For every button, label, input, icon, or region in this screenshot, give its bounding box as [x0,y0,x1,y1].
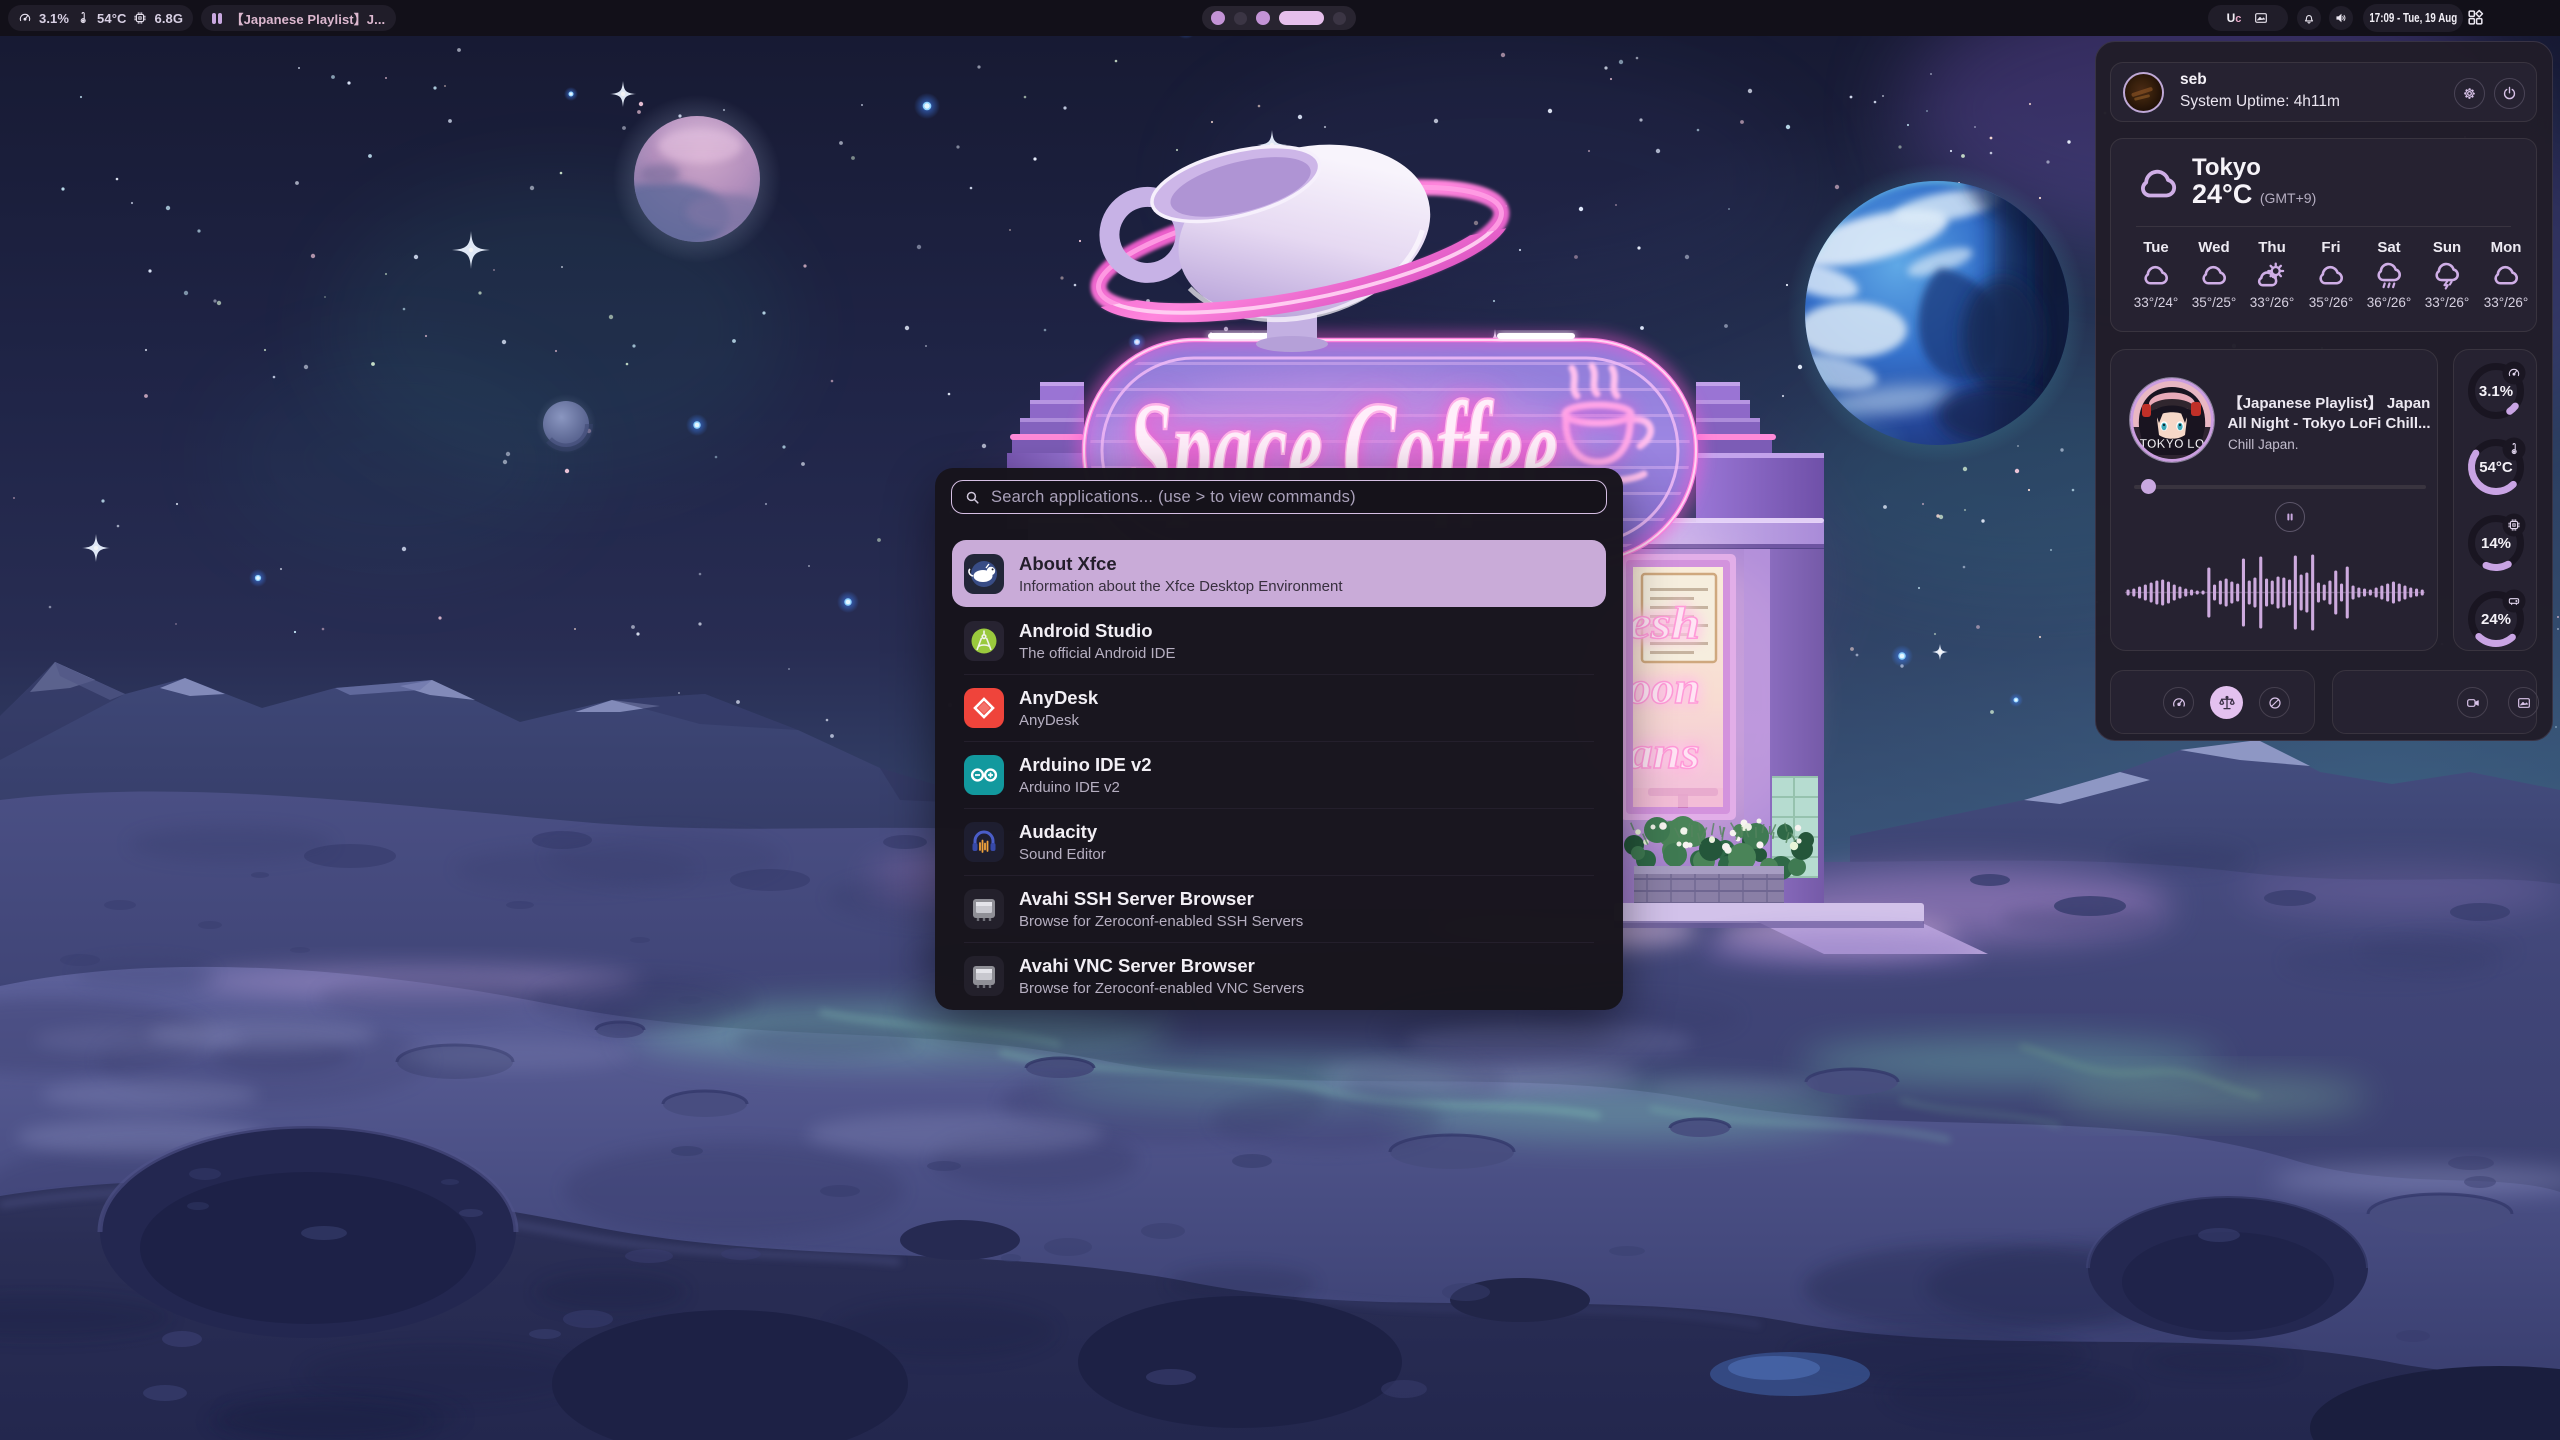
svg-text:esh: esh [1628,597,1700,648]
svg-text:ans: ans [1628,727,1700,778]
svg-text:TOKYO LO: TOKYO LO [2139,437,2204,451]
svg-text:oon: oon [1628,662,1700,713]
